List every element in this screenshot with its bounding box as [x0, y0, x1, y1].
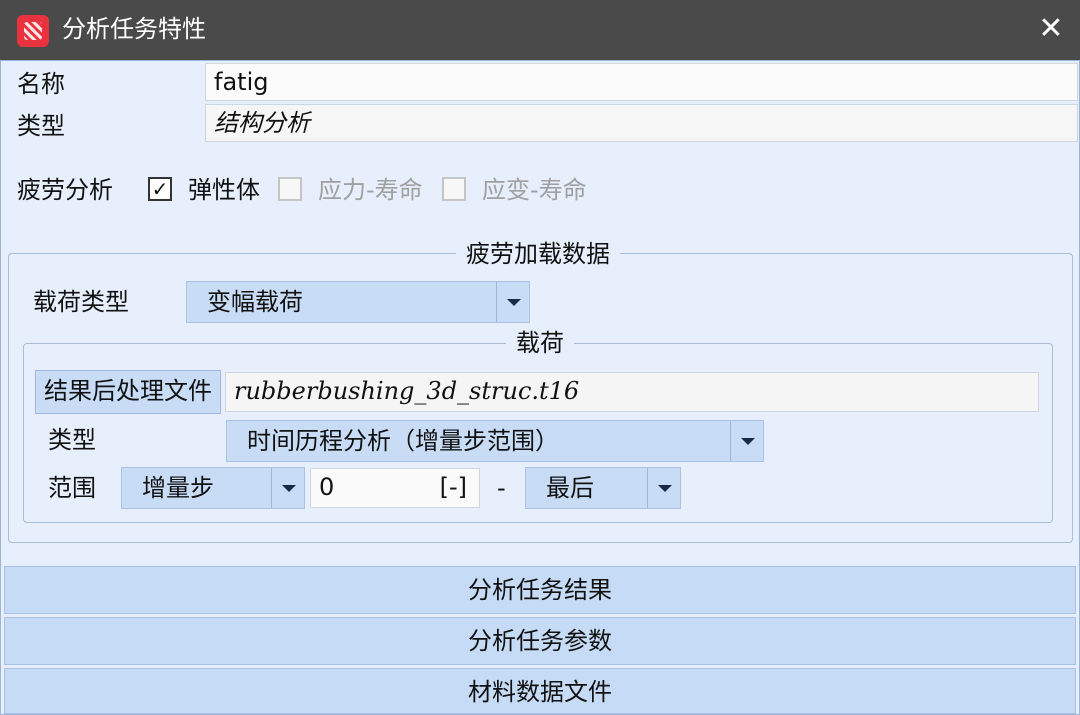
section-analysis-results[interactable]: 分析任务结果: [4, 566, 1076, 614]
range-mode-dropdown[interactable]: 增量步: [121, 467, 305, 509]
range-unit: [-]: [439, 473, 467, 501]
result-file-field[interactable]: rubberbushing_3d_struc.t16: [225, 372, 1039, 412]
range-label: 范围: [48, 474, 96, 502]
close-icon[interactable]: ✕: [1032, 10, 1070, 48]
section-material-data-file[interactable]: 材料数据文件: [4, 668, 1076, 714]
analysis-type-dropdown[interactable]: 时间历程分析（增量步范围）: [226, 420, 764, 462]
chevron-down-icon[interactable]: [730, 421, 763, 461]
strain-life-label: 应变-寿命: [482, 176, 587, 204]
chevron-down-icon[interactable]: [271, 468, 304, 508]
title-bar: 分析任务特性 ✕: [0, 0, 1080, 60]
stress-life-label: 应力-寿命: [318, 176, 423, 204]
elastomer-checkbox[interactable]: ✓: [148, 177, 172, 201]
stress-life-checkbox: [278, 177, 302, 201]
load-type-label: 载荷类型: [33, 288, 129, 316]
elastomer-label[interactable]: 弹性体: [188, 172, 260, 208]
load-type-sub-label: 类型: [48, 426, 96, 454]
range-end-value: 最后: [546, 474, 594, 502]
load-type-value: 变幅载荷: [207, 288, 303, 316]
name-label: 名称: [17, 70, 65, 98]
type-field: 结构分析: [205, 104, 1078, 142]
load-type-dropdown[interactable]: 变幅载荷: [186, 281, 530, 323]
fatigue-analysis-label: 疲劳分析: [17, 176, 113, 204]
strain-life-checkbox: [442, 177, 466, 201]
app-logo-icon: [17, 15, 49, 47]
range-mode-value: 增量步: [142, 474, 214, 502]
range-separator: -: [497, 474, 506, 502]
analysis-type-value: 时间历程分析（增量步范围）: [247, 427, 559, 455]
checkmark-icon: ✓: [151, 177, 169, 201]
fatigue-load-data-legend: 疲劳加载数据: [456, 239, 620, 269]
chevron-down-icon[interactable]: [647, 468, 680, 508]
result-file-button[interactable]: 结果后处理文件: [35, 370, 221, 414]
chevron-down-icon[interactable]: [496, 282, 529, 322]
section-analysis-parameters[interactable]: 分析任务参数: [4, 617, 1076, 665]
name-field[interactable]: fatig: [205, 63, 1078, 101]
window-title: 分析任务特性: [62, 15, 206, 43]
range-start-input[interactable]: 0 [-]: [310, 468, 480, 508]
load-legend: 载荷: [506, 328, 574, 358]
type-label: 类型: [17, 112, 65, 140]
range-end-dropdown[interactable]: 最后: [525, 467, 681, 509]
range-start-value: 0: [319, 473, 335, 501]
